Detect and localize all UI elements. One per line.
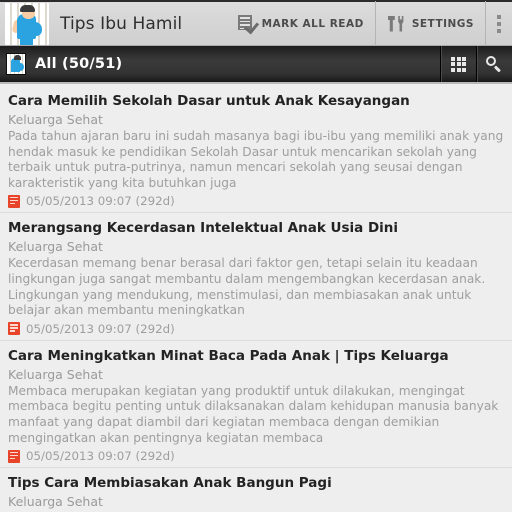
feed-item-icon <box>8 322 20 336</box>
search-icon <box>486 55 503 73</box>
article-source: Keluarga Sehat <box>8 239 103 255</box>
feed-thumbnail-icon <box>6 53 26 75</box>
article-title: Cara Memilih Sekolah Dasar untuk Anak Ke… <box>8 93 410 109</box>
filter-bar: All (50/51) <box>0 46 512 84</box>
mark-all-read-button[interactable]: MARK ALL READ <box>227 1 375 46</box>
logo-hair <box>20 4 35 12</box>
list-item[interactable]: Cara Memilih Sekolah Dasar untuk Anak Ke… <box>0 86 512 214</box>
pregnant-woman-icon <box>5 2 49 45</box>
article-date: 05/05/2013 09:07 (292d) <box>26 194 175 209</box>
article-source: Keluarga Sehat <box>8 112 103 127</box>
article-meta: 05/05/2013 09:07 (292d) <box>8 449 504 463</box>
article-snippet: Membaca merupakan kegiatan yang produkti… <box>8 383 499 445</box>
list-item[interactable]: Tips Cara Membiasakan Anak Bangun Pagi K… <box>0 468 512 512</box>
settings-button[interactable]: SETTINGS <box>374 1 485 46</box>
article-source: Keluarga Sehat <box>8 494 103 510</box>
logo-leg <box>20 35 33 45</box>
filter-title[interactable]: All (50/51) <box>35 56 122 72</box>
feed-item-icon <box>8 449 20 463</box>
action-bar: Tips Ibu Hamil MARK ALL READ SETTINGS <box>0 0 512 46</box>
article-snippet: Kecerdasan memang benar berasal dari fak… <box>8 256 486 318</box>
list-item[interactable]: Merangsang Kecerdasan Intelektual Anak U… <box>0 213 512 341</box>
article-meta: 05/05/2013 09:07 (292d) <box>8 322 504 336</box>
list-item[interactable]: Cara Meningkatkan Minat Baca Pada Anak |… <box>0 340 512 469</box>
article-snippet: Pada tahun ajaran baru ini sudah masanya… <box>8 129 504 190</box>
search-button[interactable] <box>476 46 512 82</box>
app-title: Tips Ibu Hamil <box>60 13 183 34</box>
tools-icon <box>387 15 406 33</box>
settings-label: SETTINGS <box>411 17 474 30</box>
logo-belly <box>29 21 42 36</box>
article-source: Keluarga Sehat <box>8 366 103 382</box>
mark-all-read-label: MARK ALL READ <box>261 17 364 30</box>
app-root: Tips Ibu Hamil MARK ALL READ SETTINGS Al… <box>0 0 512 512</box>
article-title: Cara Meningkatkan Minat Baca Pada Anak |… <box>8 347 449 364</box>
checklist-icon <box>237 14 259 34</box>
filter-bar-buttons <box>440 46 512 82</box>
feed-item-icon <box>8 194 20 208</box>
grid-view-button[interactable] <box>440 46 476 82</box>
article-title: Tips Cara Membiasakan Anak Bangun Pagi <box>8 475 332 492</box>
action-bar-buttons: MARK ALL READ SETTINGS <box>227 1 512 46</box>
overflow-menu-button[interactable] <box>485 1 512 46</box>
article-list[interactable]: Cara Memilih Sekolah Dasar untuk Anak Ke… <box>0 86 512 512</box>
grid-view-icon <box>451 56 466 72</box>
article-title: Merangsang Kecerdasan Intelektual Anak U… <box>8 220 399 237</box>
article-date: 05/05/2013 09:07 (292d) <box>26 321 175 336</box>
overflow-menu-icon <box>497 14 501 33</box>
article-meta: 05/05/2013 09:07 (292d) <box>8 194 504 208</box>
article-date: 05/05/2013 09:07 (292d) <box>26 449 175 464</box>
